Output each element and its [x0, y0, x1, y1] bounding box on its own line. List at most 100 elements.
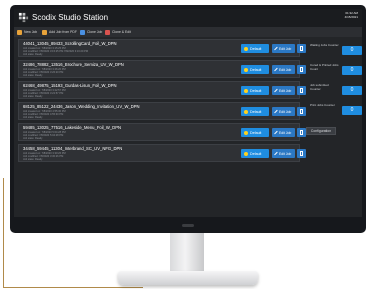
edit-job-button[interactable]: Edit Job: [272, 149, 295, 158]
monitor-logo: [182, 224, 194, 227]
counter-label: Print Jobs Counter: [310, 103, 335, 107]
app-title: Scodix Studio Station: [32, 13, 109, 22]
app-screen: Scodix Studio Station 01:32 AM 4/15/2021…: [14, 9, 362, 217]
clone-edit-icon: [105, 29, 110, 35]
default-button[interactable]: Default: [241, 107, 269, 116]
edit-job-label: Edit Job: [279, 67, 292, 72]
job-meta-state: Job state: Ready: [23, 53, 43, 56]
new-job-label: New Job: [24, 30, 38, 34]
clock: 01:32 AM 4/15/2021: [345, 11, 358, 19]
counter-label: Cured & Printed Jobs Count: [310, 63, 339, 71]
counter-label: Waiting Jobs Counter: [310, 43, 339, 47]
edit-job-label: Edit Job: [279, 130, 292, 135]
clone-edit-label: Clone & Edit: [112, 30, 131, 34]
delete-job-button[interactable]: [297, 107, 306, 116]
monitor-stand-base: [118, 271, 258, 285]
side-panel: Waiting Jobs Counter 0 Cured & Printed J…: [306, 39, 362, 217]
delete-job-button[interactable]: [297, 44, 306, 53]
job-name: 62468_49875_15193_Gurdas-Lisun_Foil_W_DP…: [23, 83, 117, 88]
delete-job-button[interactable]: [297, 86, 306, 95]
add-job-label: Add Job from PDF: [49, 30, 77, 34]
toolbar: New Job Add Job from PDF Clone Job Clone…: [14, 27, 362, 37]
pencil-icon: [274, 151, 278, 156]
configuration-button[interactable]: Configuration: [306, 127, 336, 135]
edit-job-label: Edit Job: [279, 151, 292, 156]
monitor-stand-neck: [170, 233, 204, 273]
counter-label: Job submitted Counter: [310, 83, 329, 91]
add-job-icon: [42, 29, 47, 35]
default-button[interactable]: Default: [241, 149, 269, 158]
edit-job-label: Edit Job: [279, 88, 292, 93]
edit-job-button[interactable]: Edit Job: [272, 44, 295, 53]
job-name: 68125_85122_24436_Jason_Wedding_Invitati…: [23, 104, 140, 109]
job-meta-state: Job state: Ready: [23, 116, 43, 119]
default-dot-icon: [244, 109, 248, 114]
job-meta-state: Job state: Ready: [23, 137, 43, 140]
pencil-icon: [274, 67, 278, 72]
default-button[interactable]: Default: [241, 65, 269, 74]
submitted-jobs-counter: Job submitted Counter 0: [306, 83, 362, 97]
default-button[interactable]: Default: [241, 44, 269, 53]
waiting-jobs-counter: Waiting Jobs Counter 0: [306, 43, 362, 57]
clone-job-icon: [80, 29, 85, 35]
job-name: 59485_13025_77516_Lakeside_Menu_Foil_W_D…: [23, 125, 122, 130]
job-meta-state: Job state: Ready: [23, 158, 43, 161]
default-label: Default: [250, 109, 262, 114]
add-job-button[interactable]: Add Job from PDF: [42, 29, 77, 35]
default-label: Default: [250, 67, 262, 72]
default-button[interactable]: Default: [241, 86, 269, 95]
default-label: Default: [250, 151, 262, 156]
counter-value: 0: [342, 66, 362, 75]
delete-job-button[interactable]: [297, 149, 306, 158]
edit-job-label: Edit Job: [279, 109, 292, 114]
job-meta-state: Job state: Ready: [23, 95, 43, 98]
edit-job-button[interactable]: Edit Job: [272, 128, 295, 137]
clock-date: 4/15/2021: [344, 15, 358, 19]
decorative-line-bottom: [3, 287, 143, 288]
clone-job-label: Clone Job: [87, 30, 103, 34]
edit-job-button[interactable]: Edit Job: [272, 86, 295, 95]
counter-value: 0: [342, 86, 362, 95]
default-dot-icon: [244, 88, 248, 93]
counter-value: 0: [342, 106, 362, 115]
job-name: 34458_59445_11304_Interbrand_SC_UV_NFG_D…: [23, 146, 123, 151]
default-dot-icon: [244, 46, 248, 51]
pencil-icon: [274, 109, 278, 114]
default-dot-icon: [244, 151, 248, 156]
job-row[interactable]: 68125_85122_24436_Jason_Wedding_Invitati…: [18, 102, 306, 120]
default-button[interactable]: Default: [241, 128, 269, 137]
edit-job-label: Edit Job: [279, 46, 292, 51]
app-logo-icon: [18, 12, 29, 23]
edit-job-button[interactable]: Edit Job: [272, 107, 295, 116]
new-job-icon: [17, 29, 22, 35]
cured-jobs-counter: Cured & Printed Jobs Count 0: [306, 63, 362, 77]
job-meta-state: Job state: Ready: [23, 74, 43, 77]
delete-job-button[interactable]: [297, 128, 306, 137]
clone-job-button[interactable]: Clone Job: [80, 29, 102, 35]
edit-job-button[interactable]: Edit Job: [272, 65, 295, 74]
job-row[interactable]: 34458_59445_11304_Interbrand_SC_UV_NFG_D…: [18, 144, 306, 162]
job-list: 44041_13045_89433_ScrollingCard_Foil_W_D…: [18, 39, 306, 215]
decorative-line-left: [3, 178, 4, 288]
job-row[interactable]: 59485_13025_77516_Lakeside_Menu_Foil_W_D…: [18, 123, 306, 141]
job-row[interactable]: 32486_78882_13516_Brochure_Semiza_UV_W_D…: [18, 60, 306, 78]
monitor: Scodix Studio Station 01:32 AM 4/15/2021…: [10, 5, 366, 233]
job-name: 44041_13045_89433_ScrollingCard_Foil_W_D…: [23, 41, 117, 46]
title-bar: Scodix Studio Station 01:32 AM 4/15/2021: [14, 9, 362, 27]
pencil-icon: [274, 46, 278, 51]
job-row[interactable]: 62468_49875_15193_Gurdas-Lisun_Foil_W_DP…: [18, 81, 306, 99]
job-row[interactable]: 44041_13045_89433_ScrollingCard_Foil_W_D…: [18, 39, 306, 57]
pencil-icon: [274, 130, 278, 135]
job-name: 32486_78882_13516_Brochure_Semiza_UV_W_D…: [23, 62, 124, 67]
default-dot-icon: [244, 67, 248, 72]
delete-job-button[interactable]: [297, 65, 306, 74]
default-label: Default: [250, 46, 262, 51]
new-job-button[interactable]: New Job: [17, 29, 37, 35]
default-label: Default: [250, 130, 262, 135]
default-label: Default: [250, 88, 262, 93]
pencil-icon: [274, 88, 278, 93]
default-dot-icon: [244, 130, 248, 135]
print-jobs-counter: Print Jobs Counter 0: [306, 103, 362, 117]
clone-edit-button[interactable]: Clone & Edit: [105, 29, 131, 35]
counter-value: 0: [342, 46, 362, 55]
